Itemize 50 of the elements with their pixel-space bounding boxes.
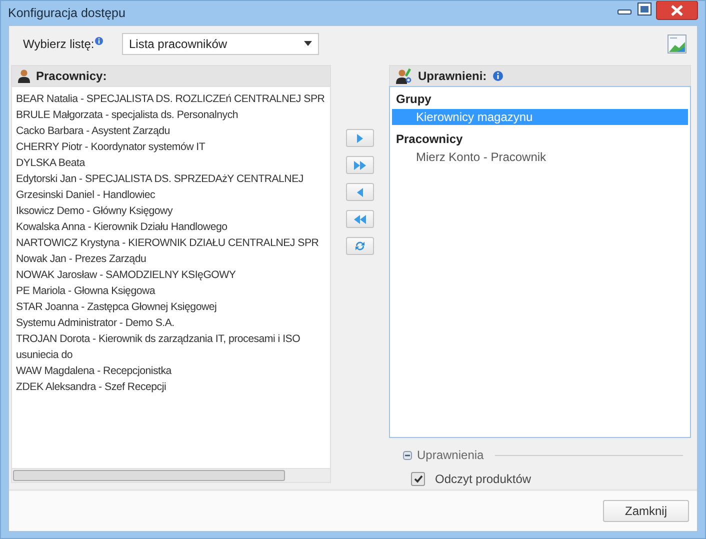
window-title: Konfiguracja dostępu [8,6,126,20]
list-item[interactable]: Grzesinski Daniel - Handlowiec [16,187,330,203]
list-item[interactable]: Nowak Jan - Prezes Zarządu [16,251,330,267]
list-item[interactable]: ZDEK Aleksandra - Szef Recepcji [16,379,330,395]
list-dropdown[interactable]: Lista pracowników [122,32,319,54]
horizontal-scrollbar[interactable] [11,469,331,483]
list-item[interactable]: STAR Joanna - Zastępca Głownej Księgowej [16,299,330,315]
list-item[interactable]: CHERRY Piotr - Koordynator systemów IT [16,139,330,155]
broken-image-icon [667,34,687,54]
checkbox-label: Odczyt produktów [435,472,532,486]
checkbox[interactable] [411,472,425,486]
transfer-button[interactable] [346,156,374,174]
info-icon [95,36,104,44]
transfer-button[interactable] [346,237,374,255]
double-left-icon [354,214,366,224]
transfer-button[interactable] [346,183,374,201]
list-item[interactable]: Mierz Konto - Pracownik [392,149,688,165]
close-icon[interactable] [656,1,698,20]
list-item[interactable]: NARTOWICZ Krystyna - KIEROWNIK DZIAŁU CENTRALNEJ SPR [16,235,330,251]
right-triangle-icon [356,134,364,142]
person-icon [18,69,30,83]
panel-title: Uprawnieni: [418,69,487,83]
list-item[interactable]: Kowalska Anna - Kierownik Działu Handlowego [16,219,330,235]
transfer-button[interactable] [346,129,374,147]
person-key-icon [396,68,412,84]
list-item[interactable]: PE Mariola - Głowna Księgowa [16,283,330,299]
left-triangle-icon [356,188,364,196]
caret-icon [304,41,312,46]
panel-title: Pracownicy: [36,69,107,83]
maximize-icon[interactable] [636,1,653,17]
list-item[interactable]: BRULE Małgorzata - specjalista ds. Personalnych [16,107,330,123]
list-item[interactable]: Iksowicz Demo - Główny Księgowy [16,203,330,219]
close-button[interactable]: Zamknij [603,500,689,522]
refresh-icon [354,240,366,252]
group-heading: Grupy [395,91,432,108]
section-title: Uprawnienia [417,448,484,462]
list-item[interactable]: Cacko Barbara - Asystent Zarządu [16,123,330,139]
field-label: Wybierz listę: [23,36,94,50]
group-heading: Pracownicy [395,131,464,148]
list-item[interactable]: Systemu Administrator - Demo S.A. [16,315,330,331]
list-item[interactable]: TROJAN Dorota - Kierownik ds zarządzania IT, procesami i ISO usuniecia do [16,331,330,363]
collapse-icon[interactable] [403,450,412,460]
list-item[interactable]: WAW Magdalena - Recepcjonistka [16,363,330,379]
list-item[interactable]: NOWAK Jarosław - SAMODZIELNY KSIęGOWY [16,267,330,283]
info-icon [492,71,503,81]
list-item[interactable]: Edytorski Jan - SPECJALISTA DS. SPRZEDAżY CENTRALNEJ [16,171,330,187]
list-item[interactable]: DYLSKA Beata [16,155,330,171]
transfer-button[interactable] [346,210,374,228]
list-item[interactable]: BEAR Natalia - SPECJALISTA DS. ROZLICZEń CENTRALNEJ SPR [16,91,330,107]
double-right-icon [354,160,366,170]
